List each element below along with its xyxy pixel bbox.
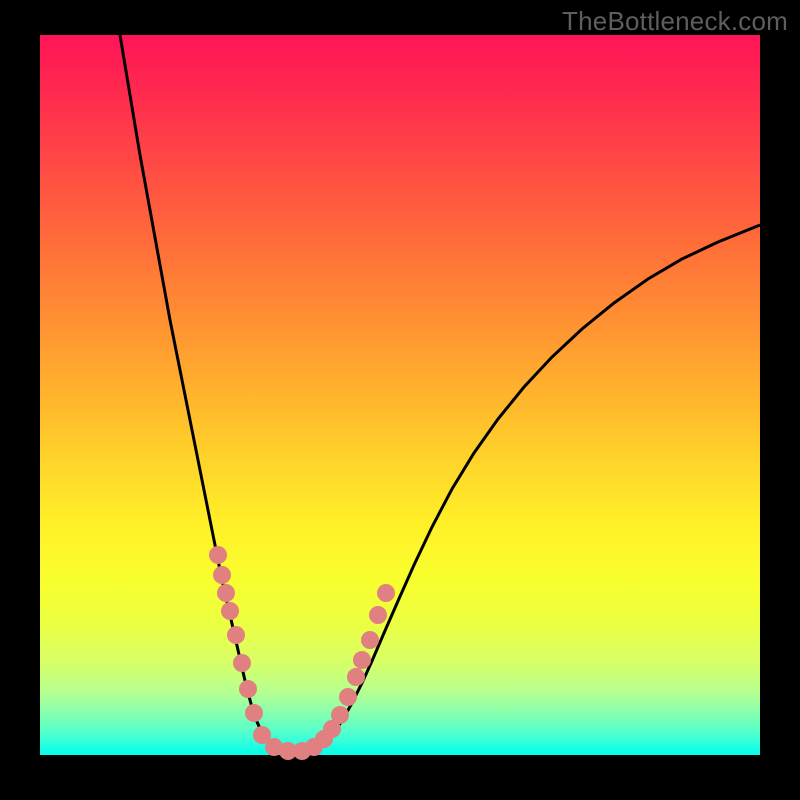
curve-marker [331, 706, 349, 724]
watermark-text: TheBottleneck.com [562, 6, 788, 37]
curve-marker [353, 651, 371, 669]
curve-marker [369, 606, 387, 624]
chart-svg [40, 35, 760, 755]
curve-markers [209, 546, 395, 760]
curve-marker [213, 566, 231, 584]
curve-marker [209, 546, 227, 564]
plot-area [40, 35, 760, 755]
curve-marker [227, 626, 245, 644]
curve-marker [233, 654, 251, 672]
chart-frame: TheBottleneck.com [0, 0, 800, 800]
curve-marker [239, 680, 257, 698]
curve-marker [361, 631, 379, 649]
curve-marker [245, 704, 263, 722]
curve-marker [347, 668, 365, 686]
curve-marker [339, 688, 357, 706]
curve-marker [377, 584, 395, 602]
bottleneck-curve [120, 35, 760, 753]
curve-marker [217, 584, 235, 602]
curve-marker [221, 602, 239, 620]
